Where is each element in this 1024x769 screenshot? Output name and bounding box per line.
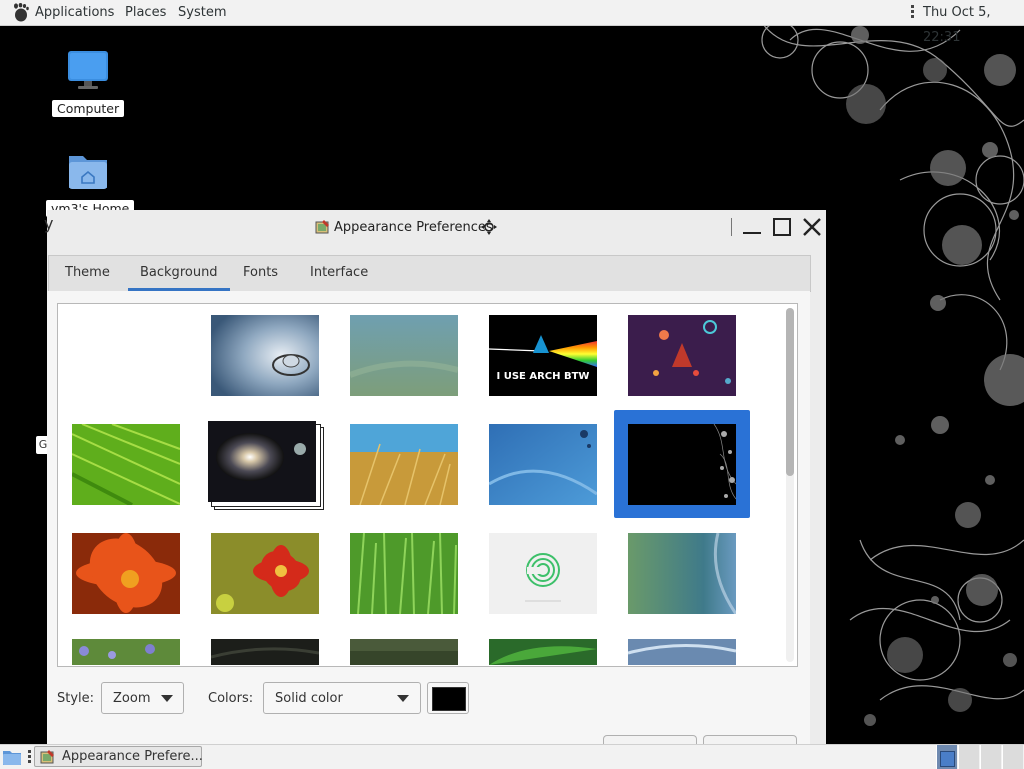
appearance-app-icon bbox=[315, 220, 329, 234]
taskbar-label: Appearance Prefere... bbox=[62, 749, 203, 764]
arch-slogan: I USE ARCH BTW bbox=[497, 371, 590, 382]
wallpaper-orange-flower[interactable] bbox=[72, 533, 180, 614]
wallpaper-blue-waves[interactable] bbox=[628, 639, 736, 665]
style-combo[interactable]: Zoom bbox=[101, 682, 184, 714]
wallpaper-blurred-blue-green[interactable] bbox=[350, 315, 458, 396]
colors-combo[interactable]: Solid color bbox=[263, 682, 421, 714]
desktop-icon-home[interactable]: vm3's Home bbox=[46, 150, 135, 217]
wallpaper-red-flower[interactable] bbox=[211, 533, 319, 614]
panel-handle[interactable] bbox=[28, 750, 31, 763]
monitor-icon bbox=[68, 51, 108, 89]
wallpaper-arch-purple-bubbles[interactable] bbox=[628, 315, 736, 396]
tab-fonts[interactable]: Fonts bbox=[243, 256, 278, 291]
home-folder-icon bbox=[69, 156, 107, 189]
show-desktop-icon[interactable] bbox=[2, 748, 22, 766]
bottom-panel: Appearance Prefere... bbox=[0, 744, 1024, 769]
style-value: Zoom bbox=[113, 691, 151, 706]
gallery-scrollbar[interactable] bbox=[786, 308, 794, 662]
places-menu[interactable]: Places bbox=[125, 0, 166, 25]
wallpaper-no-wallpaper[interactable] bbox=[72, 315, 180, 396]
minimize-icon[interactable] bbox=[741, 216, 763, 238]
wallpaper-gallery[interactable]: I USE ARCH BTW bbox=[57, 303, 798, 667]
wallpaper-arch-prism[interactable]: I USE ARCH BTW bbox=[489, 315, 597, 396]
background-tab-content: I USE ARCH BTW Style: Zoom Colors: Solid… bbox=[47, 291, 810, 749]
wallpaper-green-logo[interactable] bbox=[489, 533, 597, 614]
clock[interactable]: Thu Oct 5, 22:31 bbox=[923, 0, 1024, 45]
desktop-icon-label: Computer bbox=[52, 100, 125, 117]
desktop-icon-computer[interactable]: Computer bbox=[52, 50, 125, 117]
wallpaper-wheat-field[interactable] bbox=[350, 424, 458, 505]
appearance-preferences-window: y Appearance Preferences Theme Backgroun bbox=[44, 210, 826, 749]
color-picker-button[interactable] bbox=[427, 682, 469, 714]
colors-value: Solid color bbox=[275, 691, 343, 706]
applications-menu[interactable]: Applications bbox=[35, 0, 114, 25]
workspace-1[interactable] bbox=[936, 745, 957, 769]
wallpaper-water-drop[interactable] bbox=[211, 315, 319, 396]
style-label: Style: bbox=[57, 691, 95, 706]
maximize-icon[interactable] bbox=[771, 216, 793, 238]
window-title: Appearance Preferences bbox=[334, 219, 493, 235]
wallpaper-dark-texture[interactable] bbox=[211, 639, 319, 665]
workspace-2[interactable] bbox=[958, 745, 979, 769]
chevron-down-icon bbox=[397, 695, 409, 702]
color-swatch bbox=[432, 687, 466, 711]
tab-background[interactable]: Background bbox=[128, 256, 230, 291]
wallpaper-green-grass[interactable] bbox=[350, 533, 458, 614]
wallpaper-black-bubbles[interactable] bbox=[628, 424, 736, 505]
top-panel: Applications Places System Thu Oct 5, 22… bbox=[0, 0, 1024, 45]
titlebar-separator bbox=[731, 218, 732, 236]
tab-bar: Theme Background Fonts Interface bbox=[48, 255, 811, 292]
appearance-app-icon bbox=[40, 750, 54, 764]
workspace-4[interactable] bbox=[1002, 745, 1023, 769]
wallpaper-spiral-galaxy[interactable] bbox=[208, 421, 324, 510]
colors-label: Colors: bbox=[208, 691, 254, 706]
taskbar-appearance-button[interactable]: Appearance Prefere... bbox=[34, 746, 203, 767]
wallpaper-teal-gradient[interactable] bbox=[628, 533, 736, 614]
gnome-foot-icon[interactable] bbox=[10, 3, 30, 22]
wallpaper-green-leaf[interactable] bbox=[72, 424, 180, 505]
system-menu[interactable]: System bbox=[178, 0, 226, 25]
background-controls: Style: Zoom Colors: Solid color bbox=[57, 682, 797, 716]
tab-interface[interactable]: Interface bbox=[310, 256, 368, 291]
wallpaper-green-dark[interactable] bbox=[350, 639, 458, 665]
tab-theme[interactable]: Theme bbox=[65, 256, 110, 291]
wallpaper-purple-flowers[interactable] bbox=[72, 639, 180, 665]
wallpaper-green-leaf-drops[interactable] bbox=[489, 639, 597, 665]
titlebar-fragment: y bbox=[44, 214, 54, 233]
close-icon[interactable] bbox=[801, 216, 823, 238]
workspace-3[interactable] bbox=[980, 745, 1001, 769]
window-titlebar[interactable]: y Appearance Preferences bbox=[44, 210, 826, 244]
wallpaper-blue-drops[interactable] bbox=[489, 424, 597, 505]
scrollbar-thumb[interactable] bbox=[786, 308, 794, 476]
move-cursor-icon bbox=[480, 219, 497, 235]
panel-handle[interactable] bbox=[911, 5, 915, 21]
chevron-down-icon bbox=[161, 695, 173, 702]
